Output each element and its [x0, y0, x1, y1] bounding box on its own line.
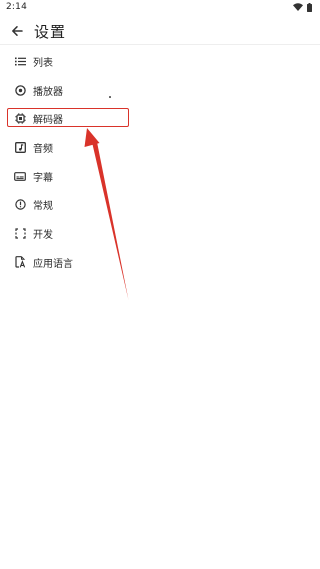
list-icon — [14, 55, 26, 67]
menu-item-subtitle[interactable]: 字幕 — [0, 162, 320, 191]
menu-item-label: 开发 — [33, 229, 53, 241]
menu-item-decoder[interactable]: 解码器 — [0, 104, 320, 133]
status-time: 2:14 — [6, 2, 28, 12]
battery-icon — [307, 2, 312, 12]
wifi-icon — [293, 3, 303, 11]
menu-item-developer[interactable]: 开发 — [0, 219, 320, 248]
menu-item-app-language[interactable]: 应用语言 — [0, 248, 320, 277]
audio-icon — [14, 141, 26, 153]
player-icon — [14, 84, 26, 96]
menu-item-list[interactable]: 列表 — [0, 47, 320, 76]
page-title: 设置 — [34, 22, 67, 41]
menu-item-label: 常规 — [33, 201, 53, 213]
stray-dot — [109, 96, 111, 98]
language-icon — [14, 256, 26, 268]
menu-item-label: 解码器 — [33, 115, 63, 127]
menu-item-label: 列表 — [33, 57, 53, 69]
menu-item-label: 应用语言 — [33, 258, 73, 270]
menu-item-label: 播放器 — [33, 86, 63, 98]
menu-item-label: 音频 — [33, 143, 53, 155]
app-bar-divider — [0, 44, 320, 45]
status-bar: 2:14 — [0, 0, 320, 14]
back-button[interactable] — [4, 18, 30, 44]
status-icons — [293, 2, 312, 12]
app-bar: 设置 — [0, 18, 320, 44]
settings-screen: 2:14 设置 列表 播放器 解码器 音频 字幕 常规 开发 应用语言 — [0, 0, 320, 569]
settings-menu: 列表 播放器 解码器 音频 字幕 常规 开发 应用语言 — [0, 47, 320, 277]
info-icon — [14, 199, 26, 211]
menu-item-player[interactable]: 播放器 — [0, 76, 320, 105]
subtitle-icon — [14, 170, 26, 182]
developer-icon — [14, 227, 26, 239]
menu-item-audio[interactable]: 音频 — [0, 133, 320, 162]
arrow-left-icon — [11, 22, 23, 41]
menu-item-general[interactable]: 常规 — [0, 190, 320, 219]
menu-item-label: 字幕 — [33, 172, 53, 184]
chip-icon — [14, 113, 26, 125]
